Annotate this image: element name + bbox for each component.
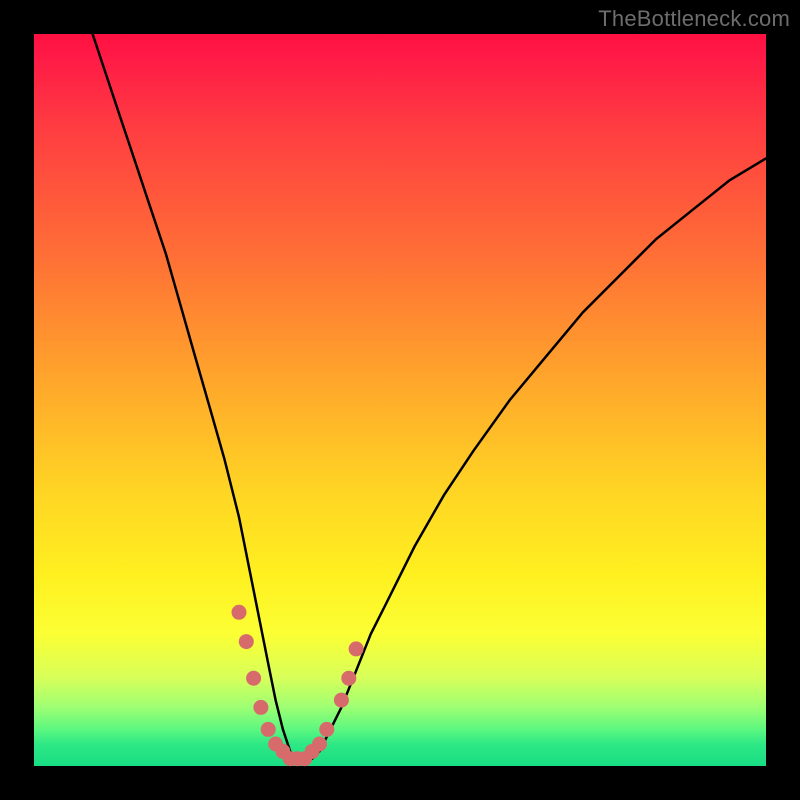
curve-layer (34, 34, 766, 766)
plot-area (34, 34, 766, 766)
curve-marker (261, 722, 276, 737)
marker-group (232, 605, 364, 766)
chart-frame: TheBottleneck.com (0, 0, 800, 800)
curve-marker (319, 722, 334, 737)
bottleneck-curve (93, 34, 766, 759)
curve-marker (232, 605, 247, 620)
curve-marker (334, 693, 349, 708)
watermark-text: TheBottleneck.com (598, 6, 790, 32)
curve-marker (312, 737, 327, 752)
curve-marker (349, 641, 364, 656)
curve-marker (253, 700, 268, 715)
curve-marker (239, 634, 254, 649)
curve-marker (246, 671, 261, 686)
curve-marker (341, 671, 356, 686)
